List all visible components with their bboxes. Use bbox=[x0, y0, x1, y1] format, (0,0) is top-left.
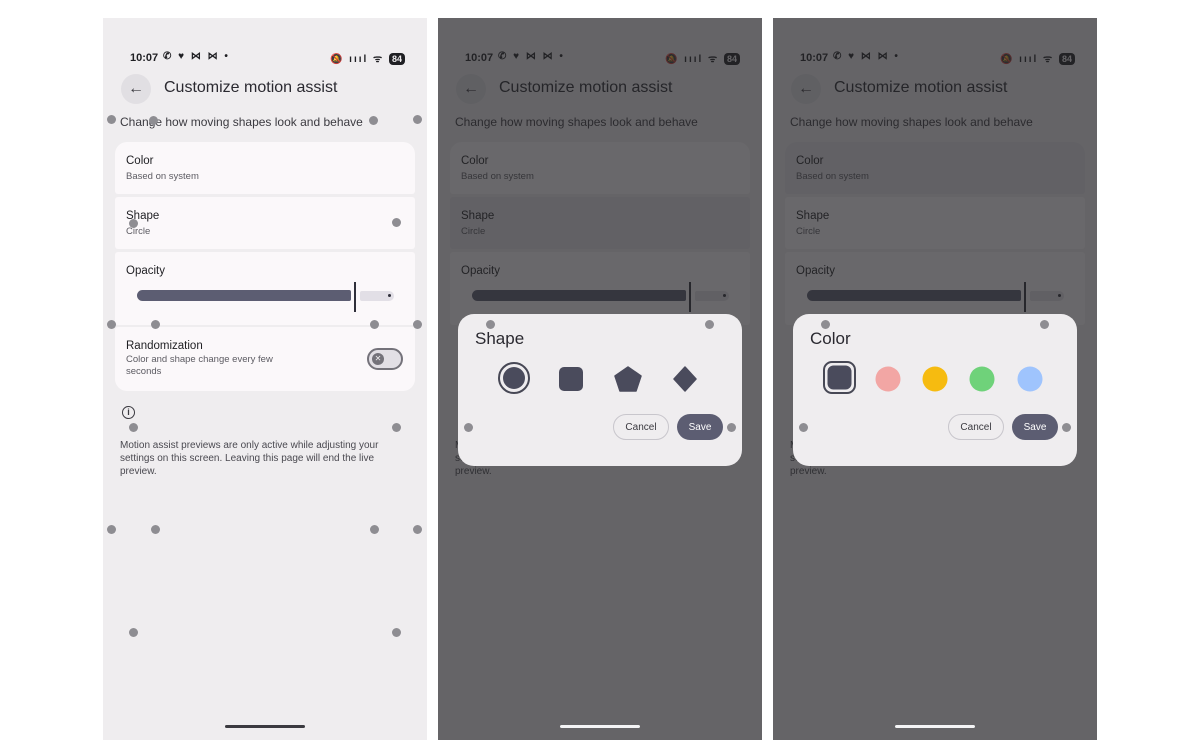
square-shape-icon bbox=[559, 367, 583, 391]
status-bar: 10:07 ✆ ♥ ⋈ ⋈ • 🔕 ıııl ᯤ 84 bbox=[130, 50, 405, 68]
motion-dot bbox=[151, 320, 160, 329]
setting-shape-value: Circle bbox=[126, 226, 151, 237]
color-option-dark[interactable] bbox=[823, 361, 856, 394]
motion-dot bbox=[413, 525, 422, 534]
motion-dot bbox=[151, 525, 160, 534]
color-dialog: Color Cancel Save bbox=[793, 314, 1077, 466]
motion-dot bbox=[727, 423, 736, 432]
motion-dot bbox=[821, 320, 830, 329]
motion-dot bbox=[107, 115, 116, 124]
color-swatch bbox=[1017, 366, 1043, 392]
motion-dot bbox=[705, 320, 714, 329]
setting-color-label: Color bbox=[126, 155, 154, 167]
motion-dot bbox=[392, 423, 401, 432]
setting-opacity-label: Opacity bbox=[126, 265, 165, 277]
cancel-button[interactable]: Cancel bbox=[613, 414, 669, 440]
color-swatch bbox=[827, 365, 852, 390]
save-button[interactable]: Save bbox=[1012, 414, 1058, 440]
info-text: Motion assist previews are only active w… bbox=[120, 440, 379, 477]
setting-color-value: Based on system bbox=[126, 171, 199, 182]
dialog-title: Color bbox=[810, 329, 851, 348]
motion-dot bbox=[370, 525, 379, 534]
color-swatch bbox=[922, 366, 948, 392]
dialog-title: Shape bbox=[475, 329, 525, 348]
system-icons: 🔕 ıııl ᯤ 84 bbox=[330, 51, 405, 65]
phone-screen-settings: 10:07 ✆ ♥ ⋈ ⋈ • 🔕 ıııl ᯤ 84 ← Customize … bbox=[103, 18, 427, 740]
info-icon: i bbox=[122, 406, 135, 419]
opacity-slider-stop-indicator bbox=[388, 294, 391, 297]
circle-shape-icon bbox=[503, 367, 525, 389]
color-option-blue[interactable] bbox=[1015, 364, 1045, 394]
battery-icon: 84 bbox=[388, 53, 405, 65]
save-button[interactable]: Save bbox=[677, 414, 723, 440]
home-indicator[interactable] bbox=[225, 725, 305, 728]
motion-dot bbox=[149, 116, 158, 125]
pentagon-shape-icon bbox=[614, 366, 642, 392]
signal-icons: 🔕 ıııl ᯤ bbox=[329, 54, 385, 65]
motion-dot bbox=[413, 320, 422, 329]
motion-dot bbox=[129, 628, 138, 637]
motion-dot bbox=[1040, 320, 1049, 329]
opacity-slider-thumb[interactable] bbox=[354, 282, 356, 312]
shape-option-diamond[interactable] bbox=[670, 364, 700, 394]
opacity-slider-active-track[interactable] bbox=[137, 290, 351, 301]
motion-dot bbox=[464, 423, 473, 432]
motion-dot bbox=[369, 116, 378, 125]
app-header: ← Customize motion assist bbox=[121, 74, 417, 106]
motion-dot bbox=[107, 320, 116, 329]
motion-dot bbox=[1062, 423, 1071, 432]
motion-dot bbox=[129, 219, 138, 228]
home-indicator-on-scrim[interactable] bbox=[560, 725, 640, 728]
phone-screen-shape-dialog: 10:07 ✆ ♥ ⋈ ⋈ • 🔕 ıııl ᯤ 84 ← Customize … bbox=[438, 18, 762, 740]
page-title: Customize motion assist bbox=[164, 79, 338, 96]
close-icon: ✕ bbox=[372, 353, 384, 365]
motion-dot bbox=[370, 320, 379, 329]
cancel-button[interactable]: Cancel bbox=[948, 414, 1004, 440]
setting-opacity: Opacity bbox=[115, 252, 415, 325]
color-swatch bbox=[969, 366, 995, 392]
notification-icons: ✆ ♥ ⋈ ⋈ • bbox=[163, 51, 230, 62]
shape-option-pentagon[interactable] bbox=[613, 364, 643, 394]
phone-screen-color-dialog: 10:07 ✆ ♥ ⋈ ⋈ • 🔕 ıııl ᯤ 84 ← Customize … bbox=[773, 18, 1097, 740]
color-swatch bbox=[875, 366, 901, 392]
arrow-left-icon: ← bbox=[128, 80, 144, 97]
randomization-toggle[interactable]: ✕ bbox=[367, 348, 403, 370]
back-button[interactable]: ← bbox=[121, 74, 151, 104]
color-option-yellow[interactable] bbox=[920, 364, 950, 394]
setting-randomization-label: Randomization bbox=[126, 340, 203, 352]
motion-dot bbox=[486, 320, 495, 329]
motion-dot bbox=[392, 218, 401, 227]
motion-dot bbox=[392, 628, 401, 637]
setting-shape[interactable]: Shape Circle bbox=[115, 197, 415, 249]
color-option-green[interactable] bbox=[967, 364, 997, 394]
motion-dot bbox=[799, 423, 808, 432]
shape-dialog: Shape Cancel Save bbox=[458, 314, 742, 466]
setting-randomization-value: Color and shape change every few seconds bbox=[126, 354, 273, 377]
motion-dot bbox=[129, 423, 138, 432]
setting-color[interactable]: Color Based on system bbox=[115, 142, 415, 194]
status-time: 10:07 bbox=[130, 52, 159, 64]
motion-dot bbox=[413, 115, 422, 124]
shape-option-square[interactable] bbox=[556, 364, 586, 394]
diamond-shape-icon bbox=[673, 366, 697, 392]
motion-dot bbox=[107, 525, 116, 534]
setting-randomization[interactable]: Randomization Color and shape change eve… bbox=[115, 327, 415, 391]
home-indicator-on-scrim[interactable] bbox=[895, 725, 975, 728]
shape-option-circle[interactable] bbox=[498, 362, 530, 394]
color-option-pink[interactable] bbox=[873, 364, 903, 394]
